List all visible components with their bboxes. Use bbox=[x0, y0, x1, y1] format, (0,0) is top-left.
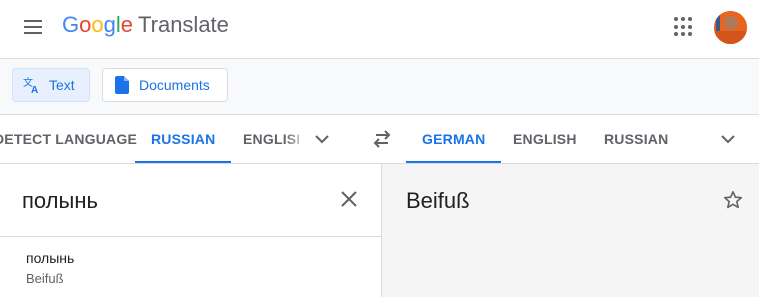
language-row: DETECT LANGUAGE RUSSIAN ENGLISH GERMAN E… bbox=[0, 115, 759, 163]
document-icon bbox=[113, 76, 131, 94]
logo-letter: G bbox=[62, 12, 80, 37]
dictionary-translation[interactable]: Beifuß bbox=[26, 271, 64, 286]
menu-icon[interactable] bbox=[22, 18, 44, 36]
save-translation-star-icon[interactable] bbox=[723, 190, 743, 210]
svg-text:A: A bbox=[31, 85, 38, 94]
translate-icon: 文A bbox=[23, 76, 41, 94]
source-lang-tab-russian[interactable]: RUSSIAN bbox=[135, 115, 232, 163]
target-lang-tab-german-label: GERMAN bbox=[422, 131, 486, 147]
logo-letter: e bbox=[120, 12, 134, 37]
app-header: Google Translate bbox=[0, 0, 759, 58]
account-avatar[interactable] bbox=[714, 11, 747, 44]
apps-grid-icon[interactable] bbox=[674, 17, 694, 37]
product-name: Translate bbox=[138, 12, 229, 37]
source-text-input[interactable]: полынь bbox=[22, 188, 98, 214]
source-lang-tab-russian-label: RUSSIAN bbox=[151, 131, 216, 147]
text-mode-button[interactable]: 文A Text bbox=[12, 68, 90, 102]
dictionary-entry: полынь Beifuß bbox=[0, 237, 381, 297]
target-text-panel: Beifuß bbox=[382, 164, 759, 297]
target-lang-more-chevron-down-icon[interactable] bbox=[720, 131, 736, 147]
tab-fade-overlay bbox=[285, 115, 309, 163]
target-lang-tab-german[interactable]: GERMAN bbox=[406, 115, 502, 163]
documents-mode-label: Documents bbox=[139, 77, 210, 93]
source-lang-tab-detect[interactable]: DETECT LANGUAGE bbox=[0, 115, 137, 163]
source-lang-more-chevron-down-icon[interactable] bbox=[314, 131, 330, 147]
text-mode-label: Text bbox=[49, 77, 75, 93]
logo-letter: o bbox=[79, 12, 92, 37]
dictionary-word: полынь bbox=[26, 250, 75, 266]
translation-output: Beifuß bbox=[406, 188, 470, 213]
swap-languages-icon[interactable] bbox=[372, 130, 392, 148]
clear-source-close-icon[interactable] bbox=[340, 190, 358, 208]
documents-mode-button[interactable]: Documents bbox=[102, 68, 228, 102]
mode-bar: 文A Text Documents bbox=[0, 59, 759, 114]
logo-letter: g bbox=[103, 12, 116, 37]
target-lang-tab-english[interactable]: ENGLISH bbox=[513, 115, 577, 163]
target-lang-tab-russian[interactable]: RUSSIAN bbox=[604, 115, 668, 163]
logo-letter: o bbox=[91, 12, 104, 37]
google-translate-logo[interactable]: Google Translate bbox=[62, 12, 229, 38]
source-text-panel[interactable]: полынь bbox=[0, 164, 381, 236]
